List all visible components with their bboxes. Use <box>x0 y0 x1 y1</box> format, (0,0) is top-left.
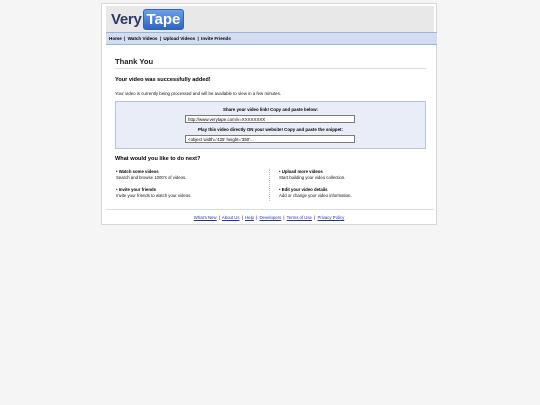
bullet: • <box>116 187 118 192</box>
nav-home-link[interactable]: Home <box>109 36 122 41</box>
logo-very-text: Very <box>111 11 142 28</box>
nav-separator: | <box>197 36 199 41</box>
footer-terms-link[interactable]: Terms of Use <box>287 215 312 220</box>
embed-snippet-input[interactable] <box>185 135 355 143</box>
nav-separator: | <box>124 36 126 41</box>
embed-snippet-label: Play this video directly ON your website… <box>198 127 343 132</box>
footer-separator: | <box>283 215 285 220</box>
logo-tape-text: Tape <box>142 9 185 30</box>
next-steps-title: What would you like to do next? <box>115 156 201 162</box>
page-title: Thank You <box>115 57 154 66</box>
option-invite-friends: • Invite your friends Invite your friend… <box>116 187 191 198</box>
footer-separator: | <box>218 215 220 220</box>
title-divider <box>115 68 426 69</box>
footer-separator: | <box>241 215 243 220</box>
footer-privacy-link[interactable]: Privacy Policy <box>317 215 344 220</box>
header: Very Tape <box>106 6 434 34</box>
footer-developers-link[interactable]: Developers <box>259 215 281 220</box>
nav-invite-friends-link[interactable]: Invite Friends <box>201 36 231 41</box>
watch-videos-desc: Search and browse 1000's of videos. <box>116 174 187 180</box>
nav-separator: | <box>159 36 162 41</box>
footer: What's New | About Us | Help | Developer… <box>102 215 436 220</box>
share-link-input[interactable] <box>185 115 355 123</box>
nav-upload-videos-link[interactable]: Upload Videos <box>163 36 195 41</box>
bullet: • <box>116 169 118 174</box>
footer-divider <box>106 209 434 210</box>
footer-whats-new-link[interactable]: What's New <box>194 215 217 220</box>
edit-details-desc: Add or change your video information. <box>279 192 352 198</box>
share-box: Share your video link! Copy and paste be… <box>115 101 426 149</box>
bullet: • <box>279 187 281 192</box>
processing-message: Your video is currently being processed … <box>115 91 282 96</box>
options-divider <box>269 169 270 201</box>
option-edit-details: • Edit your video details Add or change … <box>279 187 352 198</box>
option-watch-videos: • Watch some videos Search and browse 10… <box>116 169 186 180</box>
upload-videos-desc: Start building your video collection. <box>279 174 346 180</box>
page-container: Very Tape Home | Watch Videos | Upload V… <box>101 3 437 225</box>
success-message: Your video was successfully added! <box>115 77 211 83</box>
footer-about-us-link[interactable]: About Us <box>222 215 240 220</box>
footer-separator: | <box>256 215 258 220</box>
verytape-logo[interactable]: Very Tape <box>111 9 185 30</box>
footer-help-link[interactable]: Help <box>245 215 254 220</box>
nav-bar: Home | Watch Videos | Upload Videos | In… <box>106 32 437 45</box>
invite-friends-desc: Invite your friends to watch your videos… <box>116 192 192 198</box>
share-link-label: Share your video link! Copy and paste be… <box>223 107 318 112</box>
bullet: • <box>279 169 281 174</box>
nav-watch-videos-link[interactable]: Watch Videos <box>128 36 158 41</box>
option-upload-videos: • Upload more videos Start building your… <box>279 169 345 180</box>
footer-separator: | <box>314 215 316 220</box>
